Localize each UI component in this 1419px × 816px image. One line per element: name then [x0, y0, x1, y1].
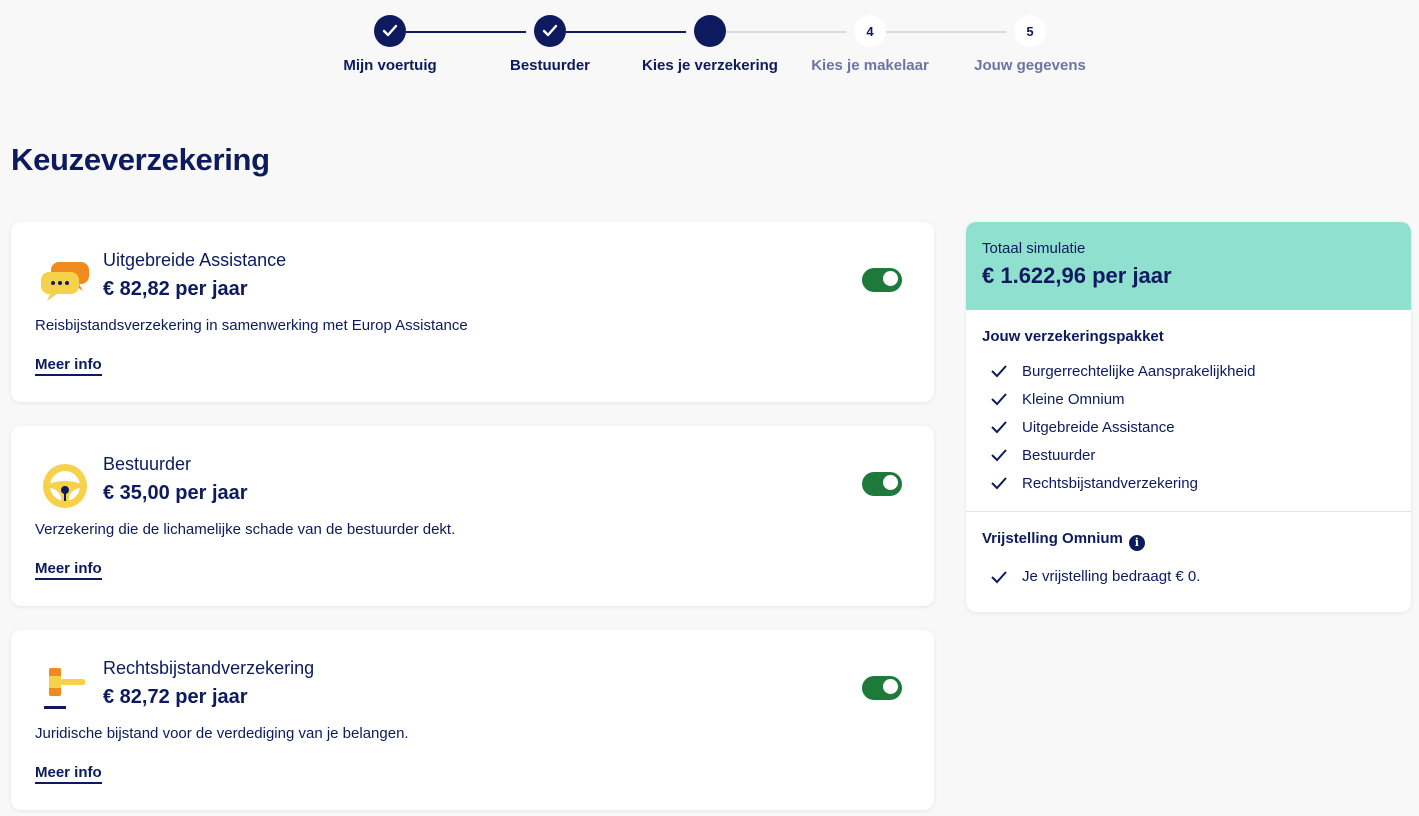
progress-stepper: Mijn voertuig Bestuurder Kies je verzeke…: [0, 15, 1419, 85]
option-price: € 82,72 per jaar: [103, 686, 248, 708]
option-toggle[interactable]: [862, 472, 902, 496]
option-name: Uitgebreide Assistance: [103, 250, 287, 270]
meer-info-link[interactable]: Meer info: [35, 560, 102, 580]
package-item-label: Kleine Omnium: [1022, 390, 1125, 408]
gavel-icon: [39, 664, 91, 716]
deductible-title: Vrijstelling Omnium i: [982, 530, 1395, 551]
step-label: Bestuurder: [509, 57, 591, 74]
toggle-knob: [883, 475, 898, 490]
option-toggle[interactable]: [862, 676, 902, 700]
option-card-uitgebreide-assistance: Uitgebreide Assistance € 82,82 per jaar …: [11, 222, 934, 402]
check-icon: [991, 477, 1007, 490]
list-item: Uitgebreide Assistance: [982, 413, 1395, 441]
step-kies-je-verzekering: Kies je verzekering: [630, 15, 790, 74]
deductible-item-label: Je vrijstelling bedraagt € 0.: [1022, 568, 1201, 585]
package-section: Jouw verzekeringspakket Burgerrechtelijk…: [966, 310, 1411, 497]
option-toggle[interactable]: [862, 268, 902, 292]
total-label: Totaal simulatie: [982, 240, 1086, 257]
meer-info-link[interactable]: Meer info: [35, 764, 102, 784]
option-description: Reisbijstandsverzekering in samenwerking…: [35, 317, 468, 334]
chat-bubbles-icon: [39, 256, 91, 308]
deductible-section: Vrijstelling Omnium i Je vrijstelling bed…: [966, 512, 1411, 591]
meer-info-link[interactable]: Meer info: [35, 356, 102, 376]
step-label: Mijn voertuig: [343, 57, 437, 74]
package-item-label: Uitgebreide Assistance: [1022, 418, 1175, 436]
toggle-knob: [883, 271, 898, 286]
info-icon[interactable]: i: [1128, 534, 1145, 551]
simulation-summary: Totaal simulatie € 1.622,96 per jaar Jou…: [966, 222, 1411, 612]
option-card-bestuurder: Bestuurder € 35,00 per jaar Verzekering …: [11, 426, 934, 606]
option-description: Juridische bijstand voor de verdediging …: [35, 725, 409, 742]
summary-header: Totaal simulatie € 1.622,96 per jaar: [966, 222, 1411, 310]
toggle-knob: [883, 679, 898, 694]
step-jouw-gegevens: 5 Jouw gegevens: [950, 15, 1110, 74]
option-name: Rechtsbijstandverzekering: [103, 658, 315, 678]
list-item: Je vrijstelling bedraagt € 0.: [982, 563, 1395, 591]
option-price: € 35,00 per jaar: [103, 482, 248, 504]
deductible-list: Je vrijstelling bedraagt € 0.: [982, 563, 1395, 591]
package-item-label: Bestuurder: [1022, 446, 1096, 464]
step-label: Kies je verzekering: [642, 57, 778, 74]
check-icon: [991, 570, 1007, 583]
check-icon: [991, 449, 1007, 462]
check-icon: [534, 15, 566, 47]
steering-wheel-icon: [39, 460, 91, 512]
check-icon: [991, 421, 1007, 434]
step-label: Kies je makelaar: [811, 57, 929, 74]
check-icon: [991, 365, 1007, 378]
package-item-label: Rechtsbijstandverzekering: [1022, 474, 1198, 492]
list-item: Bestuurder: [982, 441, 1395, 469]
page-title: Keuzeverzekering: [11, 142, 270, 177]
list-item: Burgerrechtelijke Aansprakelijkheid: [982, 357, 1395, 385]
step-kies-je-makelaar: 4 Kies je makelaar: [790, 15, 950, 74]
step-number: 4: [854, 15, 886, 47]
step-label: Jouw gegevens: [974, 57, 1086, 74]
check-icon: [374, 15, 406, 47]
total-value: € 1.622,96 per jaar: [982, 263, 1172, 288]
step-number: 5: [1014, 15, 1046, 47]
option-card-rechtsbijstandverzekering: Rechtsbijstandverzekering € 82,72 per ja…: [11, 630, 934, 810]
option-price: € 82,82 per jaar: [103, 278, 248, 300]
list-item: Rechtsbijstandverzekering: [982, 469, 1395, 497]
option-name: Bestuurder: [103, 454, 192, 474]
list-item: Kleine Omnium: [982, 385, 1395, 413]
package-title: Jouw verzekeringspakket: [982, 328, 1164, 345]
step-mijn-voertuig[interactable]: Mijn voertuig: [310, 15, 470, 74]
step-active-dot: [694, 15, 726, 47]
package-list: Burgerrechtelijke Aansprakelijkheid Klei…: [982, 357, 1395, 497]
deductible-title-text: Vrijstelling Omnium: [982, 530, 1123, 547]
step-bestuurder[interactable]: Bestuurder: [470, 15, 630, 74]
check-icon: [991, 393, 1007, 406]
option-description: Verzekering die de lichamelijke schade v…: [35, 521, 456, 538]
package-item-label: Burgerrechtelijke Aansprakelijkheid: [1022, 362, 1256, 380]
